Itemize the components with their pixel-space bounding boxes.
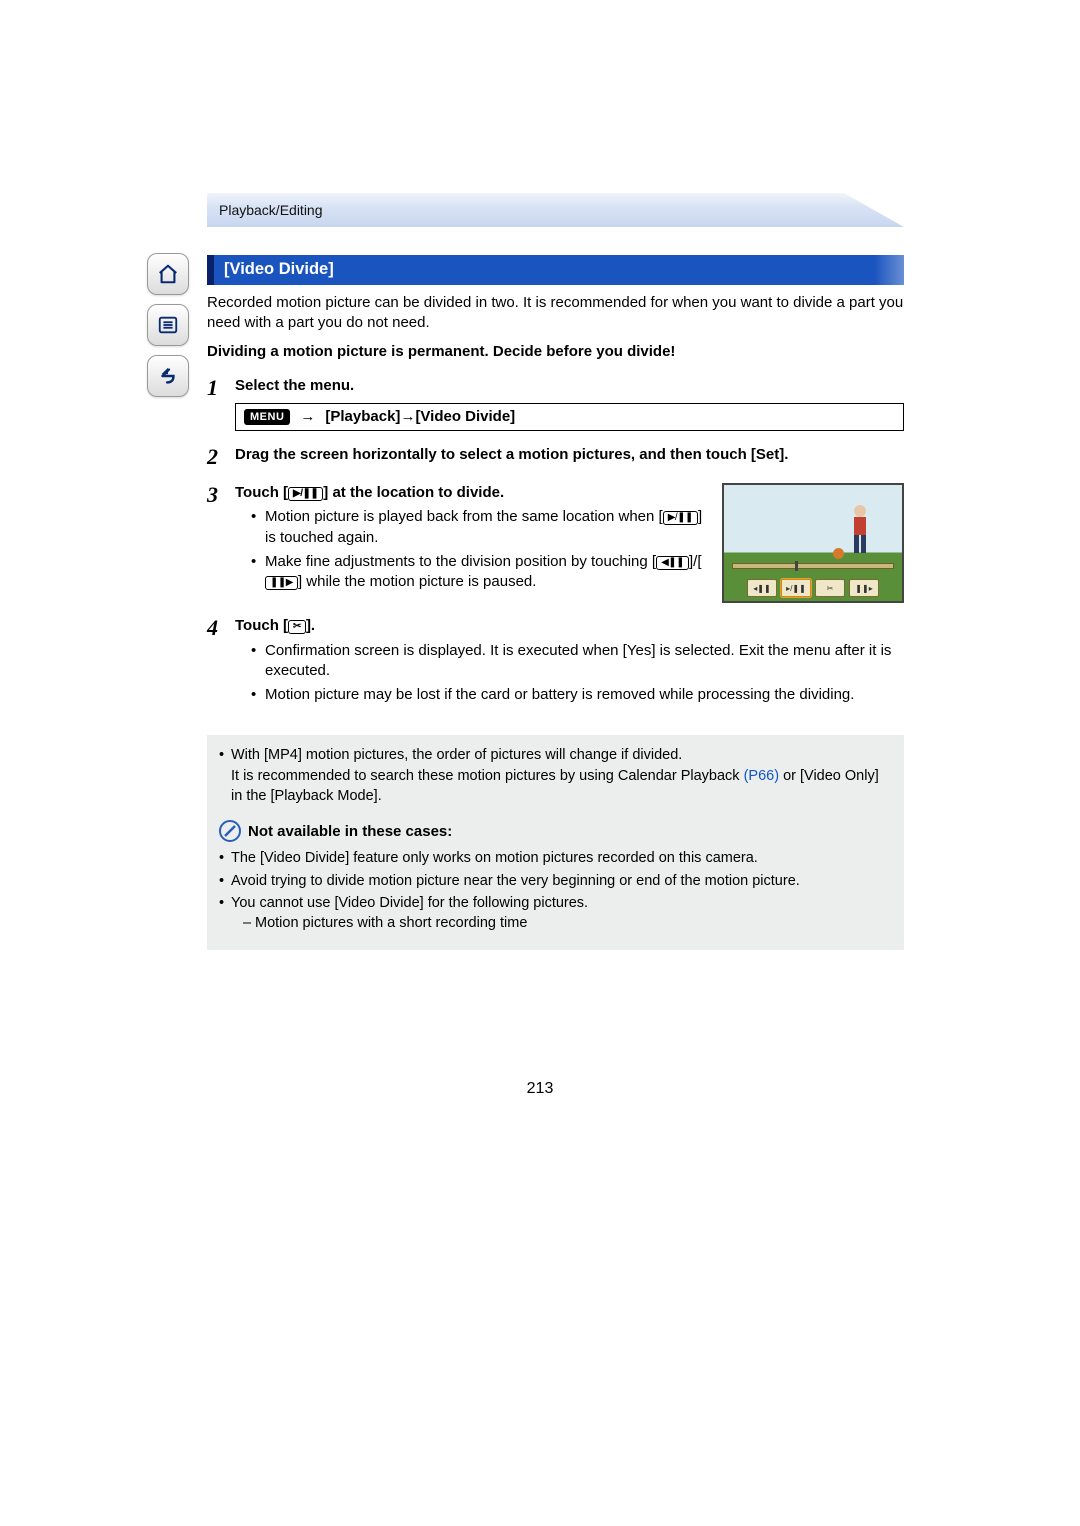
arrow-icon: →: [300, 408, 315, 425]
back-arrow-icon: [157, 365, 179, 387]
step-4: 4 Touch [✂]. Confirmation screen is disp…: [207, 616, 904, 709]
step-number: 1: [207, 376, 235, 431]
list-icon: [157, 314, 179, 336]
step-4-bullet-2: Motion picture may be lost if the card o…: [251, 685, 904, 705]
step-4-bullet-1: Confirmation screen is displayed. It is …: [251, 641, 904, 682]
section-title: [Video Divide]: [224, 260, 334, 278]
prohibited-icon: [219, 820, 241, 842]
page-number: 213: [527, 1080, 554, 1098]
person-icon: [844, 503, 876, 558]
step-number: 4: [207, 616, 235, 709]
nav-contents-button[interactable]: [147, 304, 189, 346]
nav-home-button[interactable]: [147, 253, 189, 295]
chapter-title: Playback/Editing: [219, 202, 323, 218]
preview-screenshot: ◂❚❚ ▸/❚❚ ✂ ❚❚▸: [722, 483, 904, 603]
step-2: 2 Drag the screen horizontally to select…: [207, 445, 904, 469]
preview-frame-back-button: ◂❚❚: [747, 579, 777, 597]
preview-play-pause-button: ▸/❚❚: [781, 579, 811, 597]
na-sub-bullet-1: Motion pictures with a short recording t…: [243, 913, 892, 933]
na-bullet-1: The [Video Divide] feature only works on…: [219, 848, 892, 868]
step-3-bullet-1: Motion picture is played back from the s…: [251, 507, 704, 548]
menu-path: MENU → [Playback]→[Video Divide]: [235, 403, 904, 431]
step-3-title: Touch [▶/❚❚] at the location to divide.: [235, 483, 704, 503]
intro-text: Recorded motion picture can be divided i…: [207, 293, 904, 334]
warning-text: Dividing a motion picture is permanent. …: [207, 342, 904, 362]
arrow-icon: →: [400, 408, 415, 425]
frame-fwd-icon: ❚❚▶: [265, 576, 298, 590]
menu-path-video-divide: [Video Divide]: [415, 408, 515, 425]
step-1: 1 Select the menu. MENU → [Playback]→[Vi…: [207, 376, 904, 431]
play-pause-icon: ▶/❚❚: [288, 487, 323, 501]
na-bullet-3: You cannot use [Video Divide] for the fo…: [219, 893, 892, 934]
step-3-bullet-2: Make fine adjustments to the division po…: [251, 552, 704, 593]
step-2-title: Drag the screen horizontally to select a…: [235, 445, 904, 465]
play-pause-icon: ▶/❚❚: [663, 511, 698, 525]
section-title-bar: [Video Divide]: [207, 255, 904, 285]
notes-block: With [MP4] motion pictures, the order of…: [207, 735, 904, 949]
step-number: 3: [207, 483, 235, 596]
frame-back-icon: ◀❚❚: [656, 556, 689, 570]
not-available-heading: Not available in these cases:: [219, 820, 892, 842]
note-mp4: With [MP4] motion pictures, the order of…: [219, 745, 892, 806]
home-icon: [157, 263, 179, 285]
nav-back-button[interactable]: [147, 355, 189, 397]
step-4-title: Touch [✂].: [235, 616, 904, 636]
menu-path-playback: [Playback]: [325, 408, 400, 425]
preview-divide-button: ✂: [815, 579, 845, 597]
chapter-header: Playback/Editing: [207, 193, 904, 227]
step-number: 2: [207, 445, 235, 469]
na-bullet-2: Avoid trying to divide motion picture ne…: [219, 871, 892, 891]
step-1-title: Select the menu.: [235, 376, 904, 396]
menu-badge: MENU: [244, 409, 290, 425]
preview-frame-fwd-button: ❚❚▸: [849, 579, 879, 597]
divide-icon: ✂: [288, 620, 306, 634]
page-link-p66[interactable]: (P66): [744, 768, 779, 784]
